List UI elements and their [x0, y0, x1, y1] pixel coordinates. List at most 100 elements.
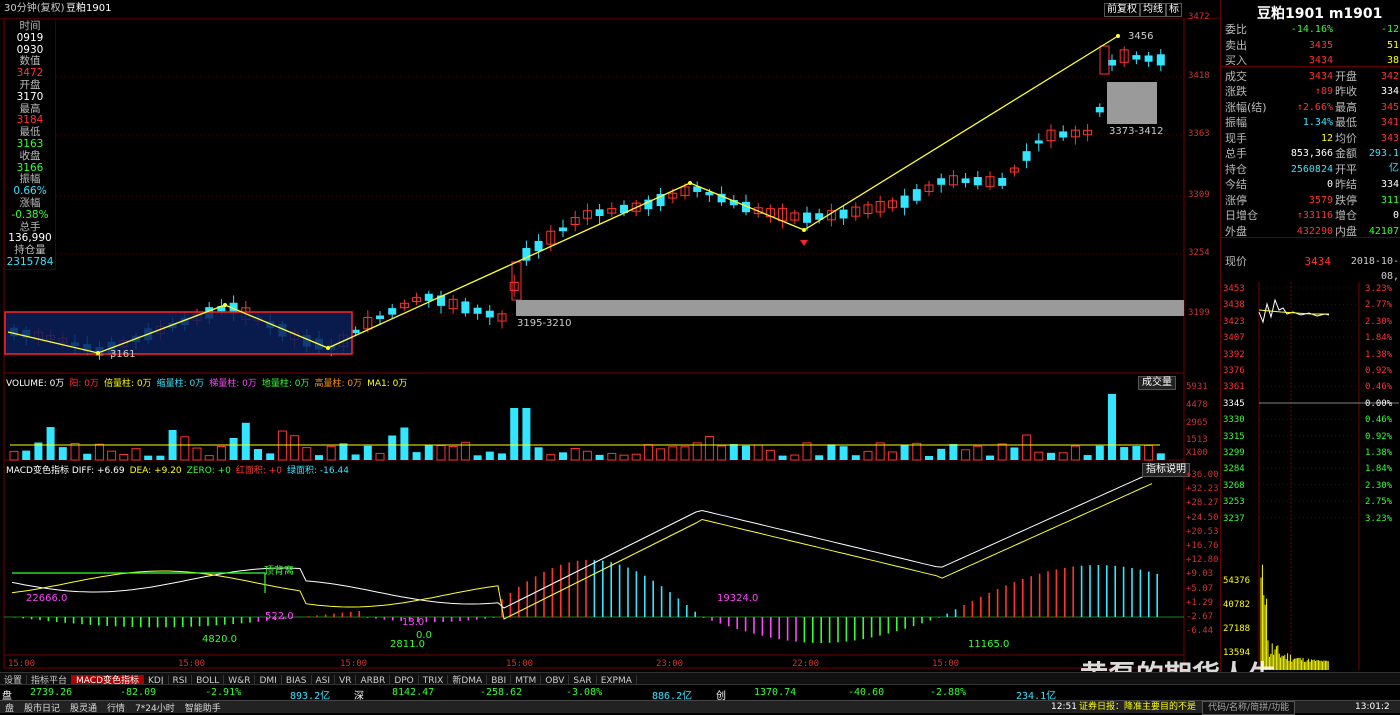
macd-histogram-bar — [787, 617, 789, 641]
clock: 13:01:2 — [1350, 701, 1395, 713]
macd-histogram-bar — [896, 617, 898, 631]
indicator-help-button[interactable]: 指标说明 — [1142, 463, 1190, 477]
macd-histogram-bar — [442, 617, 444, 622]
intraday-vol-tick: 40782 — [1223, 600, 1250, 610]
macd-histogram-bar — [182, 617, 184, 627]
macd-histogram-bar — [1106, 565, 1108, 617]
volume-bar — [59, 447, 67, 460]
quote-value: 853,366 — [1273, 146, 1333, 161]
macd-tick: -2.67 — [1186, 612, 1213, 622]
ticker-value: 2739.26 — [30, 687, 72, 698]
intraday-pct-tick: 0.92% — [1365, 366, 1392, 376]
macd-histogram-bar — [232, 617, 234, 624]
macd-histogram-bar — [1114, 566, 1116, 617]
macd-histogram-bar — [316, 615, 318, 617]
timeframe-label[interactable]: 30分钟(复权) — [4, 3, 65, 15]
macd-histogram-bar — [871, 617, 873, 637]
now-price-label: 现价 — [1225, 254, 1247, 269]
volume-bar — [291, 436, 299, 460]
ma-button[interactable]: 均线 — [1140, 3, 1166, 17]
macd-histogram-bar — [384, 617, 386, 620]
macd-histogram-bar — [493, 617, 495, 618]
macd-histogram-bar — [804, 617, 806, 642]
macd-histogram-bar — [661, 586, 663, 617]
quote-value: -14.16% — [1273, 22, 1333, 37]
macd-histogram-bar — [644, 576, 646, 617]
macd-histogram-bar — [552, 568, 554, 617]
macd-histogram-bar — [652, 581, 654, 617]
status-item[interactable]: 智能助手 — [180, 703, 226, 715]
volume-bar — [22, 451, 30, 460]
macd-histogram-bar — [48, 617, 50, 621]
macd-histogram-bar — [829, 617, 831, 643]
quote-label: 现手 — [1225, 131, 1247, 146]
status-item[interactable]: 盘 — [0, 703, 19, 715]
info-field: -0.38% — [5, 209, 55, 221]
info-field: 最高 — [5, 103, 55, 115]
adjust-button[interactable]: 前复权 — [1104, 3, 1140, 17]
candle-body — [474, 308, 482, 314]
volume-bar — [742, 446, 750, 460]
volume-bar — [754, 445, 762, 460]
macd-metric: 绿面积: -16.44 — [287, 466, 349, 476]
info-field: 3166 — [5, 162, 55, 174]
mark-button[interactable]: 标 — [1166, 3, 1182, 17]
macd-histogram-bar — [1123, 567, 1125, 617]
macd-histogram-bar — [594, 560, 596, 617]
status-item[interactable]: 7*24小时 — [130, 703, 180, 715]
quote-divider — [1221, 237, 1400, 238]
macd-histogram-bar — [1047, 571, 1049, 617]
macd-histogram-bar — [1022, 579, 1024, 617]
volume-bar — [669, 447, 677, 460]
volume-bar — [1035, 452, 1043, 460]
candle-body — [1096, 107, 1104, 112]
news-ticker[interactable]: 证券日报：降准主要目的不是 — [1074, 701, 1201, 713]
volume-bar — [962, 450, 970, 460]
volume-bar — [632, 454, 640, 460]
intraday-price-tick: 3253 — [1223, 497, 1245, 507]
now-date: 2018-10-08, — [1333, 254, 1399, 269]
volume-bar — [327, 446, 335, 460]
candle-body — [1132, 55, 1140, 59]
now-price-value: 3434 — [1281, 254, 1331, 269]
macd-histogram-bar — [946, 614, 948, 617]
macd-histogram-bar — [669, 592, 671, 617]
macd-histogram-bar — [997, 589, 999, 617]
status-item[interactable]: 股市日记 — [19, 703, 65, 715]
intraday-vol-tick: 27188 — [1223, 624, 1250, 634]
volume-bar — [144, 456, 152, 460]
quote-label: 委比 — [1225, 22, 1247, 37]
macd-histogram-bar — [22, 617, 24, 618]
volume-metric: 倍量柱: 0万 — [104, 379, 152, 389]
intraday-price-tick: 3345 — [1223, 399, 1245, 409]
quote-value: 12 — [1273, 131, 1333, 146]
quote-value: 334 — [1359, 177, 1399, 192]
macd-histogram-bar — [224, 617, 226, 625]
intraday-pct-tick: 2.75% — [1365, 497, 1392, 507]
volume-bar — [888, 452, 896, 460]
volume-bar — [1132, 446, 1140, 460]
volume-bar — [254, 449, 262, 460]
macd-histogram-bar — [426, 617, 428, 622]
volume-bar — [1059, 453, 1067, 460]
macd-histogram-bar — [846, 617, 848, 642]
macd-tick: +28.27 — [1186, 498, 1219, 508]
volume-metric: 梯量柱: 0万 — [209, 379, 257, 389]
macd-histogram-bar — [526, 581, 528, 617]
volume-bar — [852, 455, 860, 460]
volume-indicator-dropdown[interactable]: 成交量 — [1138, 376, 1176, 390]
status-item[interactable]: 股灵通 — [65, 703, 102, 715]
volume-bar — [425, 446, 433, 460]
candle-body — [1035, 140, 1043, 143]
search-input[interactable]: 代码/名称/简拼/功能 — [1202, 701, 1295, 715]
macd-tick: +16.76 — [1186, 541, 1219, 551]
candle-body — [1023, 151, 1031, 161]
status-item[interactable]: 行情 — [102, 703, 130, 715]
intraday-pct-tick: 1.38% — [1365, 350, 1392, 360]
volume-bar — [1096, 446, 1104, 460]
intraday-pct-tick: 3.23% — [1365, 284, 1392, 294]
volume-tick: 4478 — [1186, 400, 1208, 410]
volume-bar — [230, 438, 238, 460]
volume-bar — [974, 446, 982, 460]
main-chart-canvas[interactable] — [0, 0, 1220, 672]
